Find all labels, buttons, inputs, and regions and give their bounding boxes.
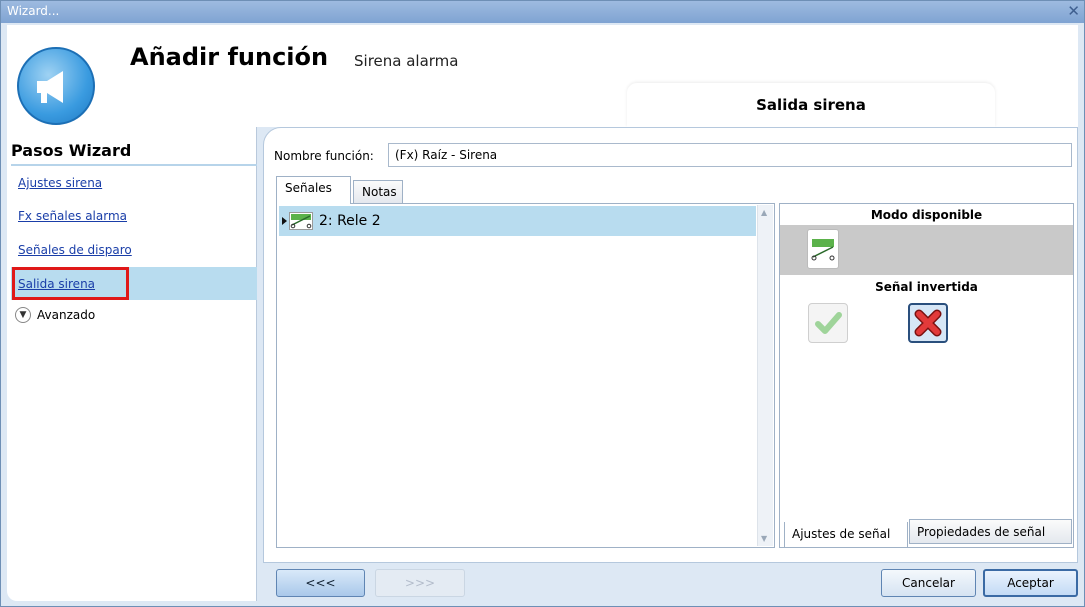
tab-senales[interactable]: Señales bbox=[276, 176, 351, 204]
current-step-label: Salida sirena bbox=[756, 96, 866, 114]
relay-icon bbox=[811, 239, 835, 261]
cancel-button[interactable]: Cancelar bbox=[881, 569, 976, 597]
step-senales-disparo[interactable]: Señales de disparo bbox=[18, 243, 132, 257]
signals-list: 2: Rele 2 ▲ ▼ bbox=[276, 203, 775, 548]
row-pointer-icon bbox=[282, 217, 287, 225]
chevron-down-icon: ▼ bbox=[15, 307, 31, 323]
step-ajustes-sirena[interactable]: Ajustes sirena bbox=[18, 176, 102, 190]
relay-mode-button[interactable] bbox=[807, 229, 839, 269]
steps-divider bbox=[11, 164, 257, 166]
wizard-header: Añadir función Sirena alarma Salida sire… bbox=[7, 25, 1078, 127]
tab-ajustes-senal[interactable]: Ajustes de señal bbox=[784, 522, 908, 548]
list-scrollbar[interactable]: ▲ ▼ bbox=[757, 205, 773, 546]
accept-button[interactable]: Aceptar bbox=[983, 569, 1078, 597]
megaphone-logo-icon bbox=[17, 47, 95, 125]
tab-propiedades-senal[interactable]: Propiedades de señal bbox=[909, 519, 1072, 544]
tab-notas[interactable]: Notas bbox=[353, 180, 403, 204]
steps-title: Pasos Wizard bbox=[11, 141, 132, 160]
close-icon[interactable]: ✕ bbox=[1067, 2, 1080, 20]
step-fx-senales-alarma[interactable]: Fx señales alarma bbox=[18, 209, 127, 223]
wizard-steps-panel: Pasos Wizard Ajustes sirena Fx señales a… bbox=[7, 127, 257, 601]
signal-properties-panel: Modo disponible Señal invertida Ajustes … bbox=[779, 203, 1074, 548]
wizard-window: Wizard... ✕ Añadir función Sirena alarma… bbox=[0, 0, 1085, 607]
scroll-up-icon[interactable]: ▲ bbox=[761, 208, 767, 217]
list-item[interactable]: 2: Rele 2 bbox=[279, 206, 756, 236]
invert-yes-button[interactable] bbox=[808, 303, 848, 343]
page-subtitle: Sirena alarma bbox=[354, 52, 459, 70]
scroll-down-icon[interactable]: ▼ bbox=[761, 534, 767, 543]
mode-heading: Modo disponible bbox=[870, 208, 983, 222]
main-panel: Nombre función: (Fx) Raíz - Sirena Señal… bbox=[263, 127, 1078, 563]
checkmark-icon bbox=[815, 312, 842, 334]
invert-no-button[interactable] bbox=[908, 303, 948, 343]
advanced-expander[interactable]: ▼ Avanzado bbox=[15, 307, 95, 323]
relay-icon bbox=[289, 212, 313, 230]
red-x-icon bbox=[914, 309, 942, 337]
window-title: Wizard... bbox=[7, 4, 60, 18]
mode-band bbox=[780, 225, 1073, 275]
advanced-label: Avanzado bbox=[37, 308, 96, 322]
invert-heading: Señal invertida bbox=[875, 280, 978, 294]
back-button[interactable]: <<< bbox=[276, 569, 365, 597]
title-bar: Wizard... ✕ bbox=[1, 1, 1084, 23]
signal-label: 2: Rele 2 bbox=[319, 213, 381, 229]
page-title: Añadir función bbox=[130, 43, 329, 71]
next-button[interactable]: >>> bbox=[375, 569, 465, 597]
function-name-input[interactable]: (Fx) Raíz - Sirena bbox=[388, 143, 1072, 167]
step-salida-sirena[interactable]: Salida sirena bbox=[18, 277, 95, 291]
function-name-label: Nombre función: bbox=[274, 149, 374, 163]
current-step-tab: Salida sirena bbox=[627, 83, 995, 127]
